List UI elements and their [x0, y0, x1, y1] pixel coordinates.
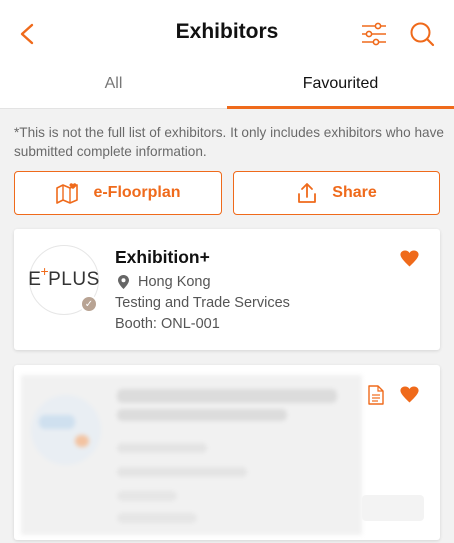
location-pin-icon — [118, 275, 129, 289]
tab-all[interactable]: All — [0, 68, 227, 109]
verified-badge-icon: ✓ — [80, 295, 98, 313]
filter-sliders-icon[interactable] — [360, 21, 388, 47]
exhibitor-location-text: Hong Kong — [138, 274, 211, 290]
map-heart-icon — [56, 183, 79, 204]
blurred-tag — [362, 495, 424, 521]
exhibitor-location: Hong Kong — [118, 274, 211, 290]
tab-favourited[interactable]: Favourited — [227, 68, 454, 109]
favourite-heart-icon[interactable] — [400, 250, 419, 267]
app-header: Exhibitors — [0, 0, 454, 68]
favourite-heart-icon[interactable] — [400, 386, 419, 403]
exhibitor-name: Exhibition+ — [115, 247, 210, 267]
share-button[interactable]: Share — [233, 171, 440, 215]
e-floorplan-label: e-Floorplan — [93, 184, 181, 201]
exhibitor-booth: Booth: ONL-001 — [115, 316, 220, 332]
active-tab-indicator — [227, 106, 454, 109]
e-floorplan-button[interactable]: e-Floorplan — [14, 171, 222, 215]
search-icon[interactable] — [408, 20, 436, 48]
blurred-content — [21, 375, 362, 535]
exhibitor-card[interactable]: E + PLUS ✓ Exhibition+ Hong Kong Testing a… — [14, 229, 440, 350]
exhibitor-category: Testing and Trade Services — [115, 295, 290, 311]
document-icon[interactable] — [368, 385, 384, 405]
exhibitor-card-blurred[interactable] — [14, 365, 440, 540]
blurred-logo — [31, 395, 101, 465]
tab-bar: All Favourited — [0, 68, 454, 109]
list-disclaimer: *This is not the full list of exhibitors… — [14, 125, 444, 159]
share-label: Share — [332, 184, 377, 201]
share-icon — [298, 183, 317, 203]
